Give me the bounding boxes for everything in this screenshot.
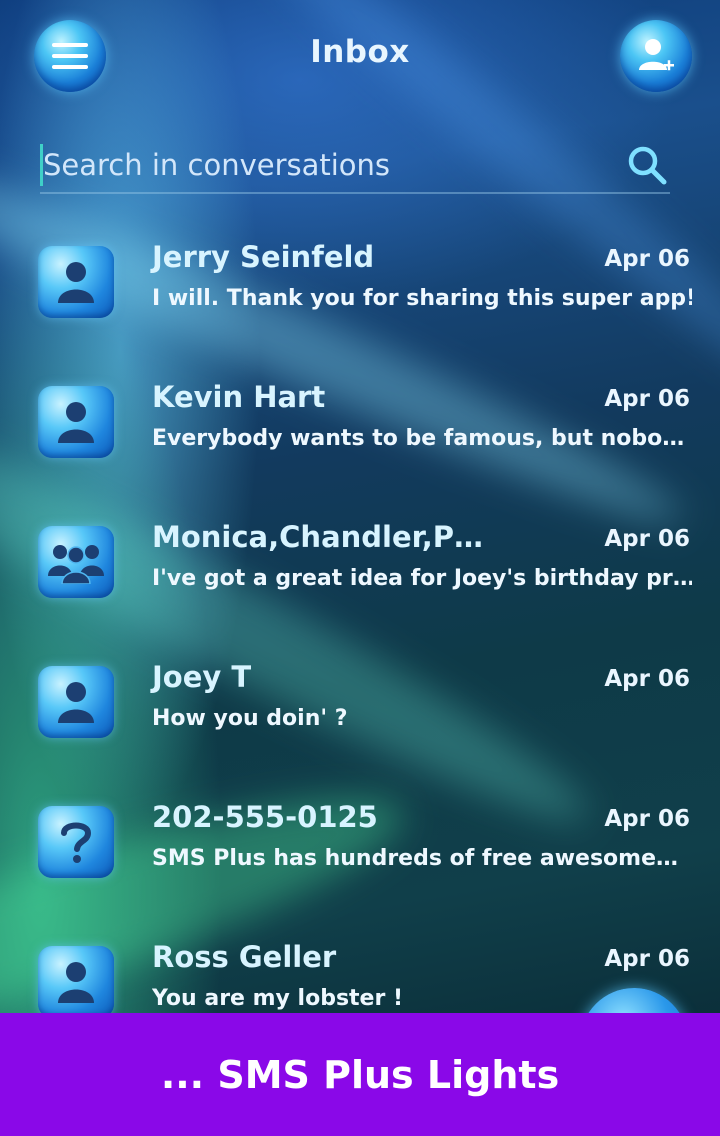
person-icon: [58, 262, 94, 303]
search-input[interactable]: [40, 144, 605, 186]
conversation-item[interactable]: Kevin Hart Apr 06 Everybody wants to be …: [0, 362, 720, 482]
conversation-item[interactable]: Jerry Seinfeld Apr 06 I will. Thank you …: [0, 222, 720, 342]
message-date: Apr 06: [604, 526, 690, 552]
add-contact-button[interactable]: [620, 20, 692, 92]
message-date: Apr 06: [604, 666, 690, 692]
group-icon: [48, 545, 104, 584]
search-icon[interactable]: [626, 144, 668, 186]
message-date: Apr 06: [604, 386, 690, 412]
contact-avatar: [38, 526, 114, 598]
conversation-item[interactable]: Monica,Chandler,P… Apr 06 I've got a gre…: [0, 502, 720, 622]
message-preview: How you doin' ?: [152, 706, 348, 731]
add-contact-icon: [639, 39, 674, 71]
message-date: Apr 06: [604, 246, 690, 272]
conversation-item[interactable]: Joey T Apr 06 How you doin' ?: [0, 642, 720, 762]
contact-avatar: [38, 246, 114, 318]
person-icon: [58, 962, 94, 1003]
page-title: Inbox: [310, 34, 410, 70]
contact-avatar: [38, 946, 114, 1018]
message-preview: Everybody wants to be famous, but nobo…: [152, 426, 685, 451]
promo-banner: ... SMS Plus Lights: [0, 1013, 720, 1136]
contact-name: Ross Geller: [152, 940, 337, 974]
unknown-contact-icon: [61, 822, 92, 863]
message-date: Apr 06: [604, 946, 690, 972]
contact-avatar: [38, 806, 114, 878]
message-preview: SMS Plus has hundreds of free awesome…: [152, 846, 679, 871]
person-icon: [58, 682, 94, 723]
contact-name: Jerry Seinfeld: [152, 240, 375, 274]
banner-text: ... SMS Plus Lights: [160, 1052, 560, 1097]
contact-name: Kevin Hart: [152, 380, 326, 414]
person-icon: [58, 402, 94, 443]
contact-name: Monica,Chandler,P…: [152, 520, 483, 554]
contact-name: Joey T: [152, 660, 252, 694]
message-preview: I will. Thank you for sharing this super…: [152, 286, 692, 311]
message-preview: I've got a great idea for Joey's birthda…: [152, 566, 692, 591]
search-bar: [40, 138, 670, 194]
contact-avatar: [38, 666, 114, 738]
contact-name: 202-555-0125: [152, 800, 378, 834]
contact-avatar: [38, 386, 114, 458]
conversation-item[interactable]: 202-555-0125 Apr 06 SMS Plus has hundred…: [0, 782, 720, 902]
message-date: Apr 06: [604, 806, 690, 832]
